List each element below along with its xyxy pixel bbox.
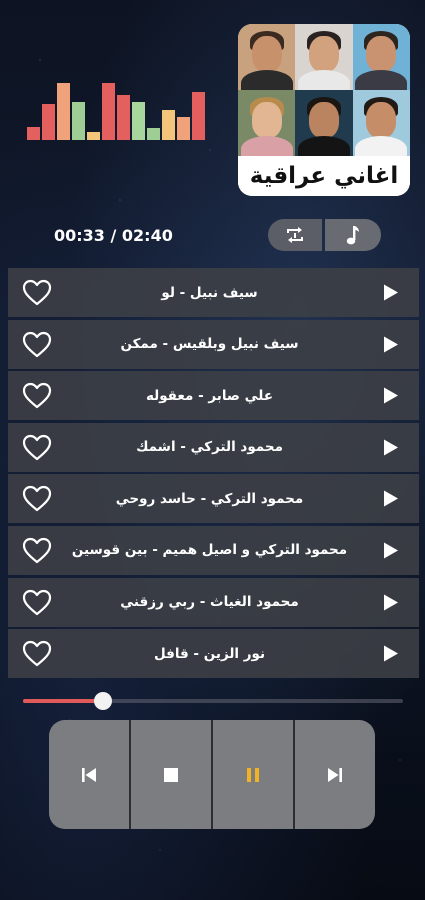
track-row[interactable]: محمود الغياث - ربي رزقني — [8, 577, 419, 627]
track-title: علي صابر - معقوله — [145, 387, 274, 404]
cover-artist-4 — [238, 90, 296, 156]
stop-button[interactable] — [131, 720, 211, 829]
play-icon[interactable] — [383, 490, 399, 507]
equalizer-bar — [132, 102, 145, 140]
heart-icon[interactable] — [22, 589, 52, 616]
heart-icon[interactable] — [22, 331, 52, 358]
equalizer-bar — [177, 117, 190, 140]
time-display: 00:33 / 02:40 — [54, 226, 173, 245]
play-icon[interactable] — [383, 645, 399, 662]
play-icon[interactable] — [383, 542, 399, 559]
play-icon[interactable] — [383, 336, 399, 353]
equalizer-bar — [102, 83, 115, 140]
track-row[interactable]: محمود التركي - اشمك — [8, 422, 419, 472]
music-button[interactable] — [325, 219, 381, 251]
pause-icon — [247, 767, 259, 782]
heart-icon[interactable] — [22, 485, 52, 512]
heart-icon[interactable] — [22, 434, 52, 461]
cover-artist-2 — [295, 24, 353, 90]
heart-icon[interactable] — [22, 537, 52, 564]
track-title: محمود التركي و اصيل هميم - بين قوسين — [71, 542, 348, 559]
track-row[interactable]: سيف نبيل - لو — [8, 268, 419, 317]
equalizer-bar — [117, 95, 130, 140]
seek-bar[interactable] — [23, 692, 403, 710]
seek-bar-fill — [23, 699, 103, 703]
play-icon[interactable] — [383, 387, 399, 404]
previous-icon — [82, 767, 96, 782]
track-title: محمود التركي - حاسد روحي — [115, 490, 304, 507]
equalizer-visualizer — [27, 82, 205, 140]
track-title: نور الزين - قافل — [153, 645, 266, 662]
cover-artist-3 — [352, 24, 410, 90]
playback-controls — [49, 720, 375, 829]
cover-artist-1 — [238, 24, 296, 90]
cover-title: اغاني عراقية — [238, 156, 410, 196]
cover-artist-6 — [352, 90, 410, 156]
track-title: سيف نبيل - لو — [161, 284, 258, 301]
track-row[interactable]: سيف نبيل وبلقيس - ممكن — [8, 319, 419, 369]
next-button[interactable] — [295, 720, 375, 829]
repeat-icon — [287, 227, 303, 243]
equalizer-bar — [192, 92, 205, 140]
track-row[interactable]: محمود التركي - حاسد روحي — [8, 474, 419, 524]
track-title: محمود التركي - اشمك — [136, 439, 283, 456]
equalizer-bar — [162, 110, 175, 140]
stop-icon — [164, 767, 178, 782]
pause-button[interactable] — [213, 720, 293, 829]
play-icon[interactable] — [383, 594, 399, 611]
equalizer-bar — [72, 102, 85, 140]
next-icon — [328, 767, 342, 782]
album-cover: اغاني عراقية — [238, 24, 410, 196]
play-icon[interactable] — [383, 284, 399, 301]
cover-artist-5 — [295, 90, 353, 156]
track-title: سيف نبيل وبلقيس - ممكن — [120, 336, 299, 353]
track-row[interactable]: علي صابر - معقوله — [8, 371, 419, 421]
track-row[interactable]: محمود التركي و اصيل هميم - بين قوسين — [8, 525, 419, 575]
track-row[interactable]: نور الزين - قافل — [8, 629, 419, 679]
track-title: محمود الغياث - ربي رزقني — [120, 594, 299, 611]
repeat-button[interactable] — [268, 219, 322, 251]
heart-icon[interactable] — [22, 382, 52, 409]
equalizer-bar — [57, 83, 70, 140]
music-note-icon — [346, 226, 359, 245]
play-icon[interactable] — [383, 439, 399, 456]
equalizer-bar — [87, 132, 100, 140]
equalizer-bar — [147, 128, 160, 140]
previous-button[interactable] — [49, 720, 129, 829]
heart-icon[interactable] — [22, 279, 52, 306]
seek-bar-thumb[interactable] — [93, 692, 112, 710]
heart-icon[interactable] — [22, 640, 52, 667]
equalizer-bar — [42, 104, 55, 140]
playlist: سيف نبيل - لو سيف نبيل وبلقيس - ممكن علي ص… — [8, 268, 419, 681]
equalizer-bar — [27, 127, 40, 140]
